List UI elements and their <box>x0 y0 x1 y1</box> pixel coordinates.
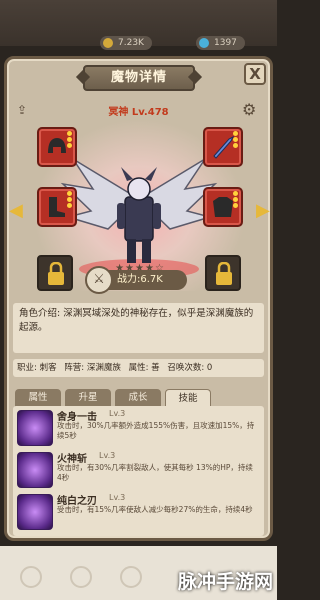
close-button[interactable]: X <box>244 63 266 85</box>
skill-description: 攻击时，30%几率额外造成155%伤害，且攻速加15%，持续5秒 <box>57 421 255 440</box>
next-monster-arrow[interactable]: ▶ <box>256 199 270 223</box>
equip-stars <box>233 131 239 149</box>
skill-icon <box>17 452 53 488</box>
locked-slot-right[interactable] <box>205 255 241 291</box>
monster-name: 冥神 Lv.478 <box>108 107 169 118</box>
monster-detail-panel: 魔物详情 X ⇪ ⚙ 冥神 Lv.478 ◀ ▶ ★★★★☆ ⚔ 战力:6.7K… <box>4 56 273 541</box>
equip-slot-helmet[interactable] <box>37 127 77 167</box>
gold-resource: 7.23K <box>100 36 152 50</box>
background-top-bar: 7.23K 1397 <box>0 0 277 50</box>
job-label: 职业: 刺客 <box>17 363 57 373</box>
locked-slot-left[interactable] <box>37 255 73 291</box>
gem-resource: 1397 <box>196 36 245 50</box>
gem-amount: 1397 <box>214 38 237 48</box>
monster-description: 角色介绍: 深渊冥域深处的神秘存在，似乎是深渊魔族的起源。 <box>13 303 264 353</box>
prev-monster-arrow[interactable]: ◀ <box>9 199 23 223</box>
skill-description: 攻击时，有30%几率割裂敌人，使其每秒 13%的HP，持续4秒 <box>57 463 253 482</box>
skill-item[interactable]: 舍身一击 Lv.3 攻击时，30%几率额外造成155%伤害，且攻速加15%，持续… <box>17 408 260 448</box>
power-value: 战力:6.7K <box>117 274 163 285</box>
power-bar: ⚔ 战力:6.7K <box>85 266 187 294</box>
skill-icon <box>17 410 53 446</box>
crossed-swords-icon: ⚔ <box>85 266 113 294</box>
skill-item[interactable]: 火神斩 Lv.3 攻击时，有30%几率割裂敌人，使其每秒 13%的HP，持续4秒 <box>17 450 260 490</box>
camp-label: 阵营: 深渊魔族 <box>64 363 121 373</box>
nav-icon[interactable] <box>20 566 42 588</box>
tab-skills[interactable]: 技能 <box>165 389 211 407</box>
tab-growth[interactable]: 成长 <box>115 389 161 407</box>
skill-description: 受击时，有15%几率使敌人减少每秒27%的生命，持续4秒 <box>57 505 253 514</box>
equip-stars <box>67 191 73 209</box>
lock-icon <box>216 262 232 285</box>
monster-info-row: 职业: 刺客 阵营: 深渊魔族 属性: 善 召唤次数: 0 <box>13 359 264 377</box>
watermark-text: 脉冲手游网 <box>177 571 273 593</box>
skill-level: Lv.3 <box>109 493 126 502</box>
equip-slot-armor[interactable] <box>203 187 243 227</box>
skill-level: Lv.3 <box>99 451 116 460</box>
gold-amount: 7.23K <box>118 38 144 48</box>
skill-item[interactable]: 纯白之刃 Lv.3 受击时，有15%几率使敌人减少每秒27%的生命，持续4秒 <box>17 492 260 532</box>
gem-icon <box>199 38 209 48</box>
skills-list: 舍身一击 Lv.3 攻击时，30%几率额外造成155%伤害，且攻速加15%，持续… <box>13 406 264 536</box>
equip-stars <box>67 131 73 149</box>
detail-tabs: 属性 升星 成长 技能 <box>15 389 265 407</box>
tab-attributes[interactable]: 属性 <box>15 389 61 407</box>
panel-title: 魔物详情 <box>83 65 195 91</box>
monster-star-rating: ★★★★☆ <box>115 263 165 274</box>
nav-icon[interactable] <box>70 566 92 588</box>
attribute-label: 属性: 善 <box>128 363 160 373</box>
equip-slot-boots[interactable] <box>37 187 77 227</box>
lock-icon <box>48 262 64 285</box>
nav-icon[interactable] <box>120 566 142 588</box>
equip-stars <box>233 191 239 209</box>
coin-icon <box>103 38 113 48</box>
equip-slot-weapon[interactable] <box>203 127 243 167</box>
skill-icon <box>17 494 53 530</box>
summon-count-label: 召唤次数: 0 <box>167 363 213 373</box>
tab-star-up[interactable]: 升星 <box>65 389 111 407</box>
skill-level: Lv.3 <box>109 409 126 418</box>
